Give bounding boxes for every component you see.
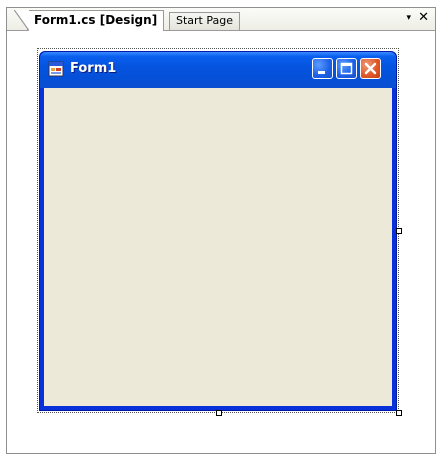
minimize-button[interactable] bbox=[312, 58, 333, 79]
resize-handle-bottom[interactable] bbox=[216, 410, 222, 416]
form1-window[interactable]: Form1 bbox=[39, 51, 397, 411]
close-icon[interactable]: ✕ bbox=[418, 10, 429, 25]
form1-title: Form1 bbox=[70, 61, 117, 76]
form1-titlebar[interactable]: Form1 bbox=[40, 52, 396, 88]
close-icon bbox=[364, 62, 377, 75]
form1-client-area[interactable] bbox=[44, 88, 392, 406]
minimize-icon bbox=[318, 71, 325, 74]
maximize-icon bbox=[340, 62, 353, 75]
chevron-down-icon[interactable]: ▾ bbox=[406, 13, 411, 23]
form-app-icon bbox=[48, 61, 64, 77]
resize-handle-corner[interactable] bbox=[396, 410, 402, 416]
resize-handle-right[interactable] bbox=[396, 228, 402, 234]
maximize-button[interactable] bbox=[336, 58, 357, 79]
tab-strip: Form1.cs [Design] Start Page ▾ ✕ bbox=[7, 8, 435, 31]
close-button[interactable] bbox=[360, 58, 381, 79]
tab-start-page[interactable]: Start Page bbox=[169, 12, 240, 30]
tab-form1-design[interactable]: Form1.cs [Design] bbox=[13, 10, 165, 31]
